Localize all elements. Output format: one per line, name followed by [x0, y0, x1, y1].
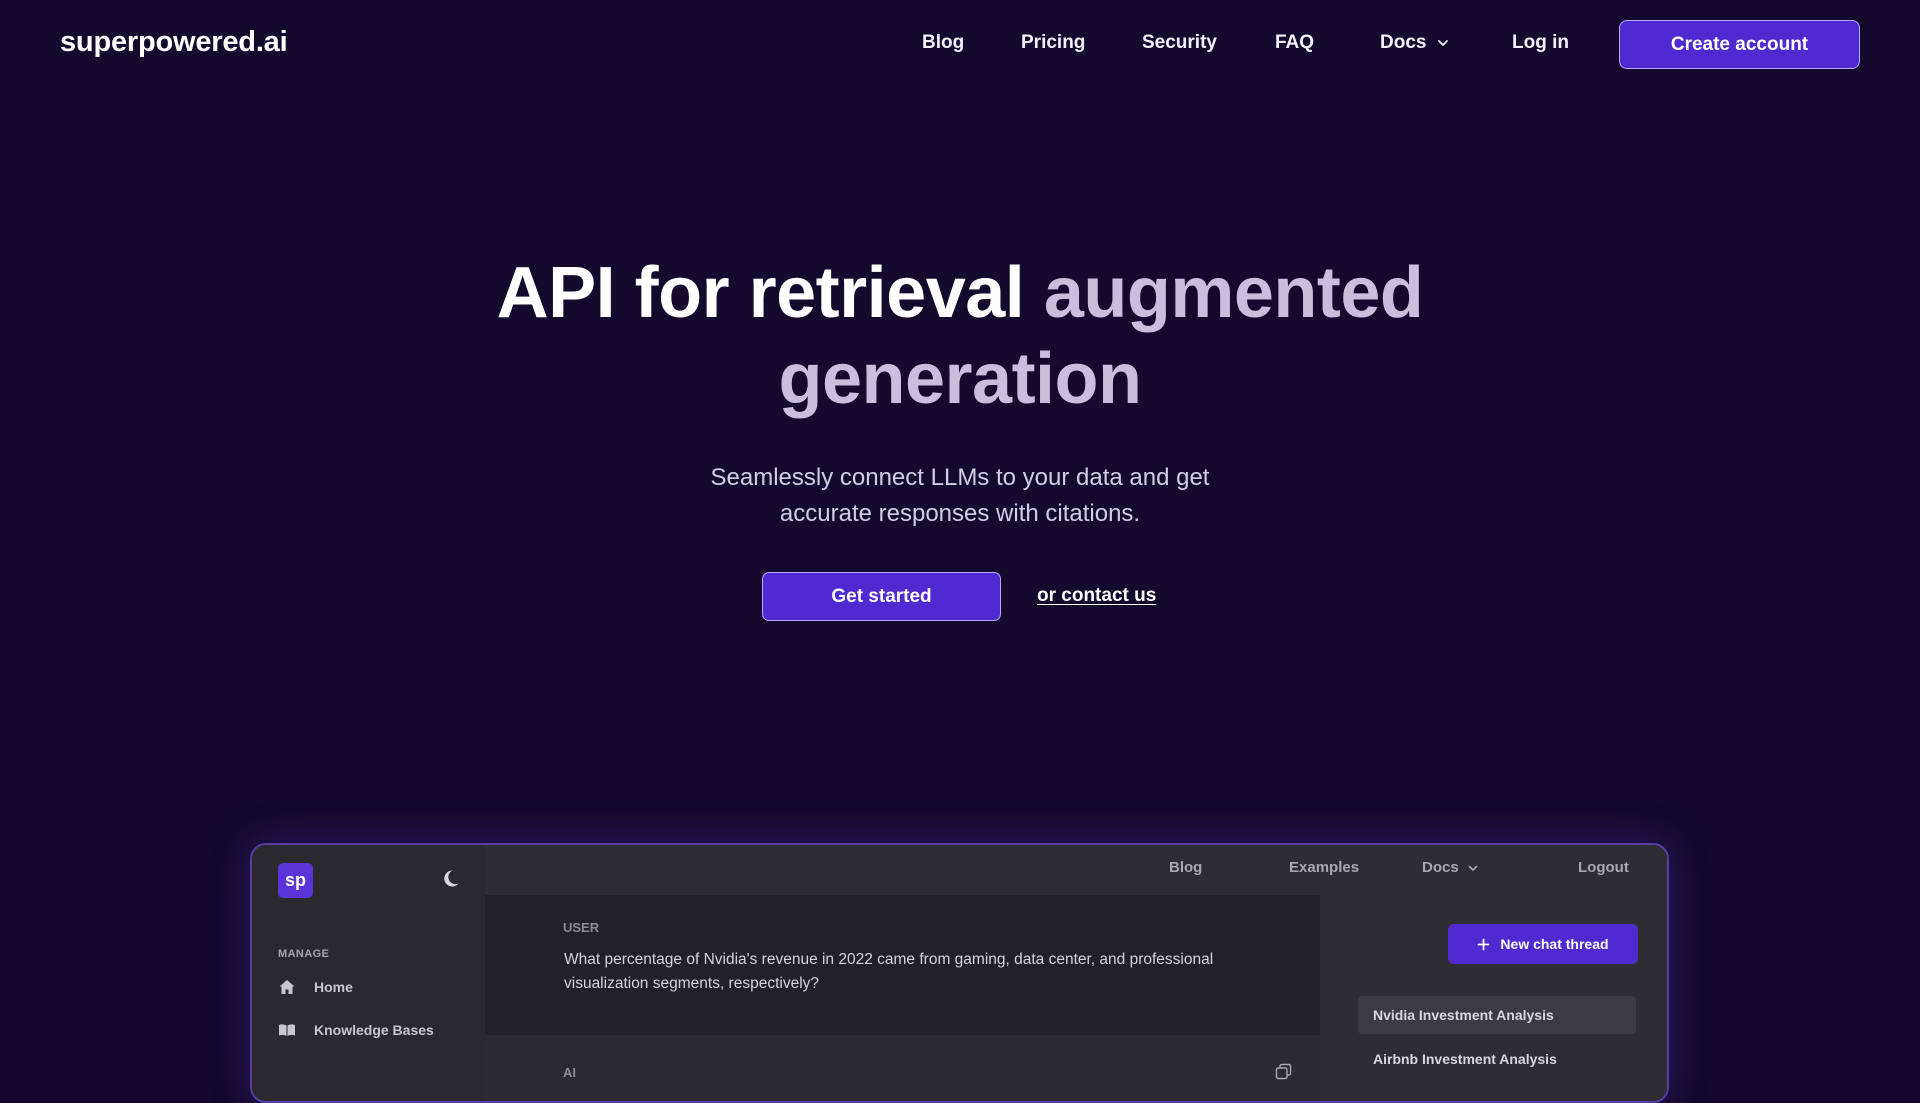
hero-subtitle-line2: accurate responses with citations. [779, 500, 1141, 527]
hero-subtitle: Seamlessly connect LLMs to your data and… [0, 460, 1920, 532]
ai-role-label: AI [563, 1065, 576, 1080]
thread-item[interactable]: Nvidia Investment Analysis [1358, 996, 1636, 1034]
contact-us-link[interactable]: or contact us [1037, 585, 1156, 607]
sidebar-section-label: MANAGE [278, 948, 330, 960]
nav-link-blog[interactable]: Blog [922, 32, 964, 54]
app-preview: sp MANAGE Home Knowledge Bases Blog Exam… [250, 843, 1669, 1103]
hero-title: API for retrieval augmented generation [0, 250, 1920, 422]
brand-logo[interactable]: superpowered.ai [60, 26, 288, 59]
sidebar-item-knowledge-bases[interactable]: Knowledge Bases [278, 1021, 434, 1039]
create-account-button[interactable]: Create account [1619, 20, 1860, 69]
chevron-down-icon [1438, 40, 1449, 46]
home-icon [279, 980, 295, 994]
login-link[interactable]: Log in [1512, 32, 1569, 54]
nav-link-security[interactable]: Security [1142, 32, 1217, 54]
preview-topbar: Blog Examples Docs Logout [485, 845, 1667, 895]
preview-nav-docs-dropdown[interactable]: Docs [1422, 859, 1479, 876]
nav-docs-label: Docs [1380, 32, 1427, 53]
hero-subtitle-line1: Seamlessly connect LLMs to your data and… [710, 464, 1210, 491]
nav-docs-dropdown[interactable]: Docs [1380, 32, 1450, 54]
get-started-button[interactable]: Get started [762, 572, 1001, 621]
preview-sidebar: sp MANAGE Home Knowledge Bases [252, 845, 485, 1101]
preview-chat-area: USER What percentage of Nvidia's revenue… [485, 895, 1320, 1101]
hero-title-part3: generation [778, 339, 1142, 419]
chevron-down-icon [1468, 865, 1477, 871]
nav-link-faq[interactable]: FAQ [1275, 32, 1314, 54]
nav-link-pricing[interactable]: Pricing [1021, 32, 1085, 54]
book-icon [279, 1024, 295, 1036]
hero-title-part1: API for retrieval [496, 253, 1044, 333]
top-nav: superpowered.ai Blog Pricing Security FA… [0, 0, 1920, 88]
preview-thread-panel: New chat thread Nvidia Investment Analys… [1320, 895, 1667, 1101]
preview-nav-blog[interactable]: Blog [1169, 859, 1202, 876]
preview-logout-link[interactable]: Logout [1578, 859, 1629, 876]
copy-icon[interactable] [1275, 1063, 1292, 1080]
plus-icon [1478, 938, 1490, 950]
user-role-label: USER [563, 920, 600, 935]
new-chat-thread-button[interactable]: New chat thread [1448, 924, 1638, 964]
hero-title-part2: augmented [1043, 253, 1424, 333]
ai-message-row: AI [485, 1035, 1320, 1101]
user-message: What percentage of Nvidia's revenue in 2… [564, 951, 1214, 992]
new-chat-thread-label: New chat thread [1500, 936, 1609, 952]
sidebar-item-label: Knowledge Bases [314, 1022, 434, 1038]
sidebar-item-label: Home [314, 979, 353, 995]
preview-logo[interactable]: sp [278, 863, 313, 898]
thread-item[interactable]: Airbnb Investment Analysis [1358, 1040, 1636, 1078]
moon-icon[interactable] [441, 867, 465, 891]
sidebar-item-home[interactable]: Home [278, 978, 353, 996]
preview-nav-examples[interactable]: Examples [1289, 859, 1359, 876]
preview-nav-docs-label: Docs [1422, 859, 1459, 876]
